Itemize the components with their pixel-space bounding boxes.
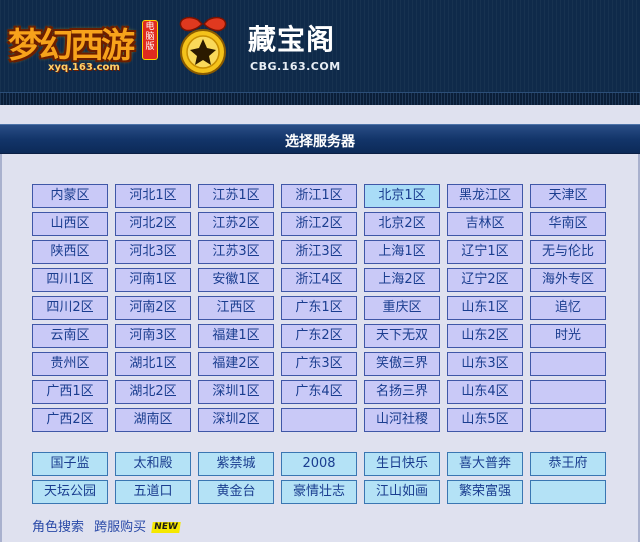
server-button[interactable]: 湖北1区 [115, 352, 191, 376]
site-header: 梦幻西游 电脑版 xyq.163.com 藏宝阁 CBG.163.COM [0, 0, 640, 92]
game-logo-domain: xyq.163.com [48, 62, 120, 73]
section-title: 选择服务器 [285, 134, 355, 150]
cross-server-link[interactable]: 跨服购买 [94, 520, 146, 535]
server-button[interactable]: 安徽1区 [198, 268, 274, 292]
server-button[interactable]: 笑傲三界 [364, 352, 440, 376]
server-button[interactable]: 江苏1区 [198, 184, 274, 208]
server-button[interactable]: 恭王府 [530, 452, 606, 476]
server-button[interactable]: 山东2区 [447, 324, 523, 348]
server-button[interactable]: 广西1区 [32, 380, 108, 404]
server-button[interactable]: 山东4区 [447, 380, 523, 404]
server-button[interactable]: 时光 [530, 324, 606, 348]
server-button[interactable]: 云南区 [32, 324, 108, 348]
server-button[interactable]: 江苏3区 [198, 240, 274, 264]
server-button[interactable]: 生日快乐 [364, 452, 440, 476]
site-domain: CBG.163.COM [250, 60, 341, 73]
server-button[interactable]: 华南区 [530, 212, 606, 236]
server-button[interactable]: 黄金台 [198, 480, 274, 504]
server-button[interactable]: 河南2区 [115, 296, 191, 320]
game-logo[interactable]: 梦幻西游 电脑版 xyq.163.com [4, 14, 164, 76]
server-button[interactable]: 上海1区 [364, 240, 440, 264]
server-button[interactable]: 广东2区 [281, 324, 357, 348]
server-button[interactable]: 2008 [281, 452, 357, 476]
server-button[interactable]: 天津区 [530, 184, 606, 208]
server-button[interactable]: 浙江4区 [281, 268, 357, 292]
server-button[interactable]: 江山如画 [364, 480, 440, 504]
server-button[interactable]: 湖北2区 [115, 380, 191, 404]
server-button[interactable]: 名扬三界 [364, 380, 440, 404]
server-button[interactable]: 四川2区 [32, 296, 108, 320]
server-button[interactable]: 黑龙江区 [447, 184, 523, 208]
server-button[interactable]: 五道口 [115, 480, 191, 504]
server-button[interactable]: 天坛公园 [32, 480, 108, 504]
site-title: 藏宝阁 [248, 23, 336, 56]
bottom-links: 角色搜索 跨服购买 NEW [32, 516, 181, 535]
server-button[interactable]: 吉林区 [447, 212, 523, 236]
server-button[interactable]: 深圳1区 [198, 380, 274, 404]
server-button[interactable]: 浙江3区 [281, 240, 357, 264]
game-version-badge: 电脑版 [142, 20, 158, 60]
empty-server-slot [530, 380, 606, 404]
section-titlebar: 选择服务器 [0, 124, 640, 154]
server-button[interactable]: 辽宁1区 [447, 240, 523, 264]
server-button[interactable]: 江苏2区 [198, 212, 274, 236]
header-divider [0, 92, 640, 105]
new-badge: NEW [151, 522, 181, 533]
server-button[interactable]: 陕西区 [32, 240, 108, 264]
server-button[interactable]: 繁荣富强 [447, 480, 523, 504]
server-button[interactable]: 辽宁2区 [447, 268, 523, 292]
server-button[interactable]: 山东1区 [447, 296, 523, 320]
server-button[interactable]: 江西区 [198, 296, 274, 320]
server-button[interactable]: 广东4区 [281, 380, 357, 404]
server-button[interactable]: 太和殿 [115, 452, 191, 476]
server-button[interactable]: 福建1区 [198, 324, 274, 348]
server-button[interactable]: 无与伦比 [530, 240, 606, 264]
treasure-coin-icon [179, 16, 227, 75]
server-button[interactable]: 河南3区 [115, 324, 191, 348]
server-button[interactable]: 河北1区 [115, 184, 191, 208]
server-button[interactable]: 国子监 [32, 452, 108, 476]
server-button[interactable]: 海外专区 [530, 268, 606, 292]
role-search-link[interactable]: 角色搜索 [32, 520, 84, 535]
server-button[interactable]: 四川1区 [32, 268, 108, 292]
game-logo-text: 梦幻西游 [8, 26, 135, 66]
server-button[interactable]: 贵州区 [32, 352, 108, 376]
empty-server-slot [530, 408, 606, 432]
cbg-logo[interactable]: 藏宝阁 CBG.163.COM [168, 14, 358, 76]
server-button[interactable]: 河北2区 [115, 212, 191, 236]
server-button[interactable]: 上海2区 [364, 268, 440, 292]
server-button[interactable]: 重庆区 [364, 296, 440, 320]
server-button[interactable]: 广西2区 [32, 408, 108, 432]
server-button[interactable]: 浙江1区 [281, 184, 357, 208]
server-button[interactable]: 河北3区 [115, 240, 191, 264]
server-button[interactable]: 豪情壮志 [281, 480, 357, 504]
server-button[interactable]: 广东3区 [281, 352, 357, 376]
empty-server-slot [281, 408, 357, 432]
server-button[interactable]: 浙江2区 [281, 212, 357, 236]
server-button[interactable]: 河南1区 [115, 268, 191, 292]
server-button[interactable]: 内蒙区 [32, 184, 108, 208]
server-button[interactable]: 喜大普奔 [447, 452, 523, 476]
server-button[interactable]: 山东3区 [447, 352, 523, 376]
server-button[interactable]: 北京2区 [364, 212, 440, 236]
server-button[interactable]: 山西区 [32, 212, 108, 236]
empty-server-slot [530, 352, 606, 376]
server-button[interactable]: 北京1区 [364, 184, 440, 208]
server-button[interactable]: 山河社稷 [364, 408, 440, 432]
server-button[interactable]: 紫禁城 [198, 452, 274, 476]
empty-server-slot [530, 480, 606, 504]
server-button[interactable]: 追忆 [530, 296, 606, 320]
server-button[interactable]: 湖南区 [115, 408, 191, 432]
server-button[interactable]: 山东5区 [447, 408, 523, 432]
server-button[interactable]: 深圳2区 [198, 408, 274, 432]
server-button[interactable]: 天下无双 [364, 324, 440, 348]
server-button[interactable]: 福建2区 [198, 352, 274, 376]
server-button[interactable]: 广东1区 [281, 296, 357, 320]
